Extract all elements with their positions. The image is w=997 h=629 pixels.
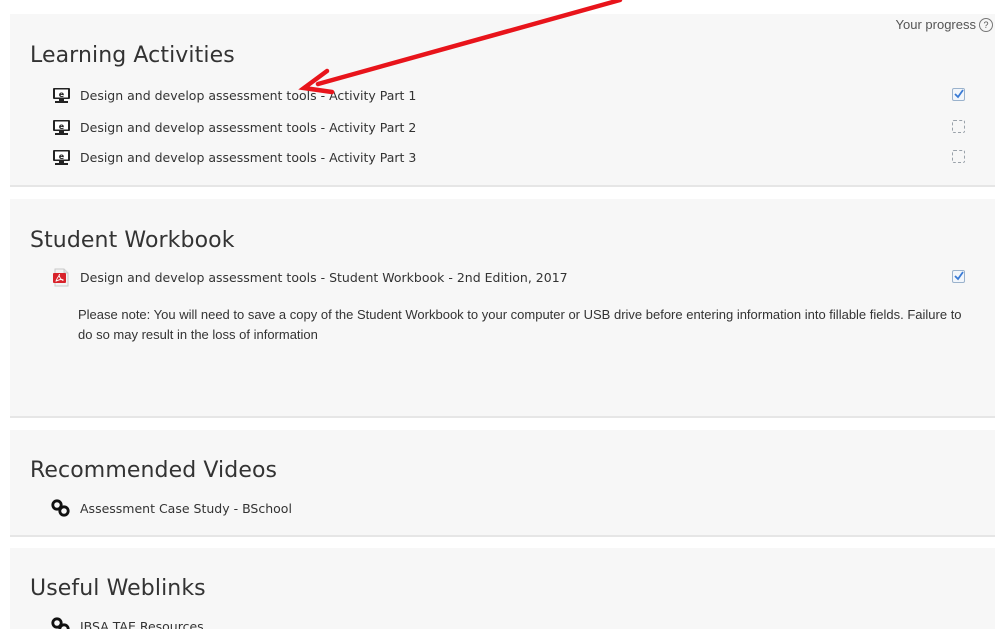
url-link-icon (50, 616, 72, 629)
svg-text:e: e (58, 121, 64, 130)
course-page: Your progress ? Learning Activities e De… (0, 0, 997, 629)
video-link-case-study[interactable]: Assessment Case Study - BSchool (80, 501, 292, 516)
completion-checkbox-part-3[interactable] (952, 150, 965, 163)
activity-row: Design and develop assessment tools - St… (50, 267, 568, 287)
activity-row: e Design and develop assessment tools - … (50, 117, 416, 137)
section-title: Useful Weblinks (30, 576, 206, 601)
section-title: Student Workbook (30, 228, 235, 253)
your-progress-label: Your progress (895, 17, 976, 32)
elearning-monitor-icon: e (50, 117, 72, 137)
activity-link-part-2[interactable]: Design and develop assessment tools - Ac… (80, 120, 416, 135)
svg-text:e: e (58, 89, 64, 98)
section-learning-activities: Your progress ? Learning Activities e De… (10, 14, 995, 187)
help-circle-icon[interactable]: ? (979, 17, 993, 32)
svg-text:e: e (58, 151, 64, 160)
activity-row: Assessment Case Study - BSchool (50, 498, 292, 518)
student-workbook-link[interactable]: Design and develop assessment tools - St… (80, 270, 568, 285)
pdf-icon (50, 267, 72, 287)
section-title: Learning Activities (30, 43, 235, 68)
elearning-monitor-icon: e (50, 147, 72, 167)
activity-row: IBSA TAE Resources (50, 616, 204, 629)
section-useful-weblinks: Useful Weblinks IBSA TAE Resources (10, 548, 995, 629)
activity-link-part-3[interactable]: Design and develop assessment tools - Ac… (80, 150, 416, 165)
weblink-ibsa-tae[interactable]: IBSA TAE Resources (80, 619, 204, 629)
section-title: Recommended Videos (30, 458, 278, 483)
activity-row: e Design and develop assessment tools - … (50, 147, 416, 167)
activity-link-part-1[interactable]: Design and develop assessment tools - Ac… (80, 88, 416, 103)
url-link-icon (50, 498, 72, 518)
section-recommended-videos: Recommended Videos Assessment Case Study… (10, 430, 995, 537)
your-progress: Your progress ? (896, 17, 993, 32)
completion-checkbox-workbook[interactable] (952, 270, 965, 283)
activity-row: e Design and develop assessment tools - … (50, 85, 416, 105)
elearning-monitor-icon: e (50, 85, 72, 105)
completion-checkbox-part-1[interactable] (952, 88, 965, 101)
completion-checkbox-part-2[interactable] (952, 120, 965, 133)
section-student-workbook: Student Workbook Design and develop asse… (10, 199, 995, 418)
workbook-note: Please note: You will need to save a cop… (78, 307, 962, 342)
